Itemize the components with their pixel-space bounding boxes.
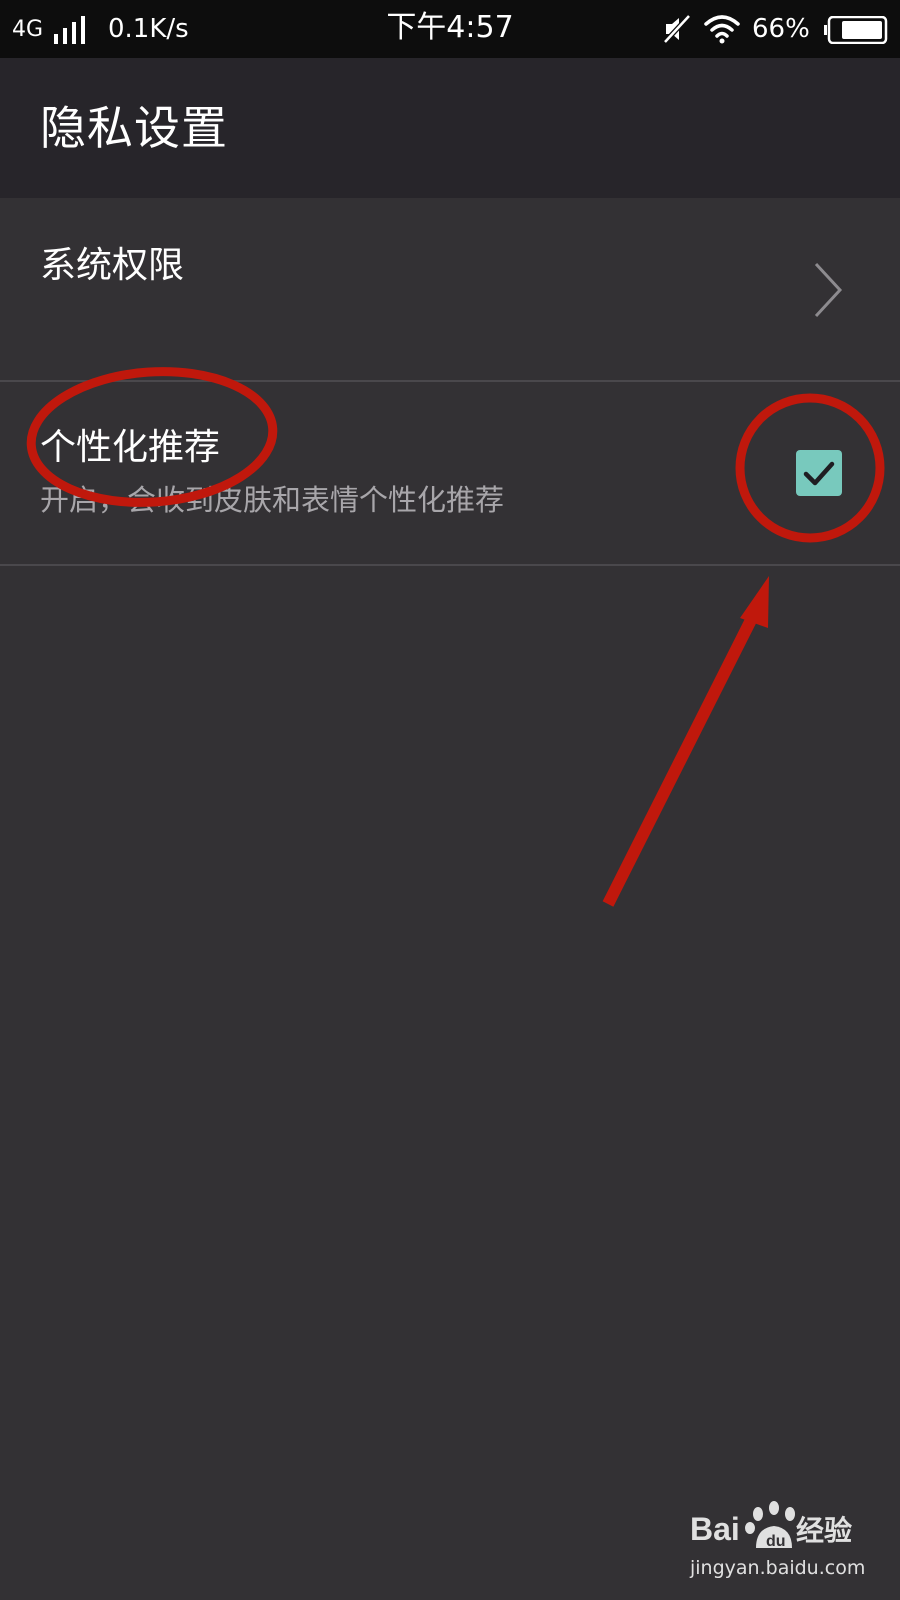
svg-text:Bai: Bai [690,1511,740,1547]
chevron-right-icon [814,262,843,318]
settings-item-personalized-recommendation[interactable]: 个性化推荐 开启，会收到皮肤和表情个性化推荐 [0,382,900,566]
settings-item-system-permissions[interactable]: 系统权限 [0,198,900,382]
checkmark-icon [803,461,835,486]
app-bar: 隐私设置 [0,58,900,198]
status-bar: 4G 0.1K/s 下午4:57 66% [0,0,900,58]
personalized-recommendation-checkbox[interactable] [796,450,842,496]
screen: 4G 0.1K/s 下午4:57 66% 隐私设置 系统权限 个性化推荐 开启，… [0,0,900,1600]
settings-item-title: 系统权限 [40,245,185,286]
svg-text:经验: 经验 [796,1514,852,1547]
settings-item-description: 开启，会收到皮肤和表情个性化推荐 [40,483,505,517]
page-title: 隐私设置 [40,101,228,155]
baidu-jingyan-logo: Bai du 经验 [690,1501,852,1550]
battery-icon [824,16,888,44]
wifi-icon [704,15,740,44]
annotation-arrow-shaft [602,615,758,907]
watermark-domain: jingyan.baidu.com [690,1557,866,1579]
settings-item-title: 个性化推荐 [40,427,221,468]
annotation-arrow-head [740,576,769,628]
svg-text:du: du [766,1533,786,1550]
baidu-jingyan-watermark: Bai du 经验 jingyan.baidu.com [690,1496,890,1588]
mute-icon [663,14,691,44]
battery-percent: 66% [752,14,810,44]
